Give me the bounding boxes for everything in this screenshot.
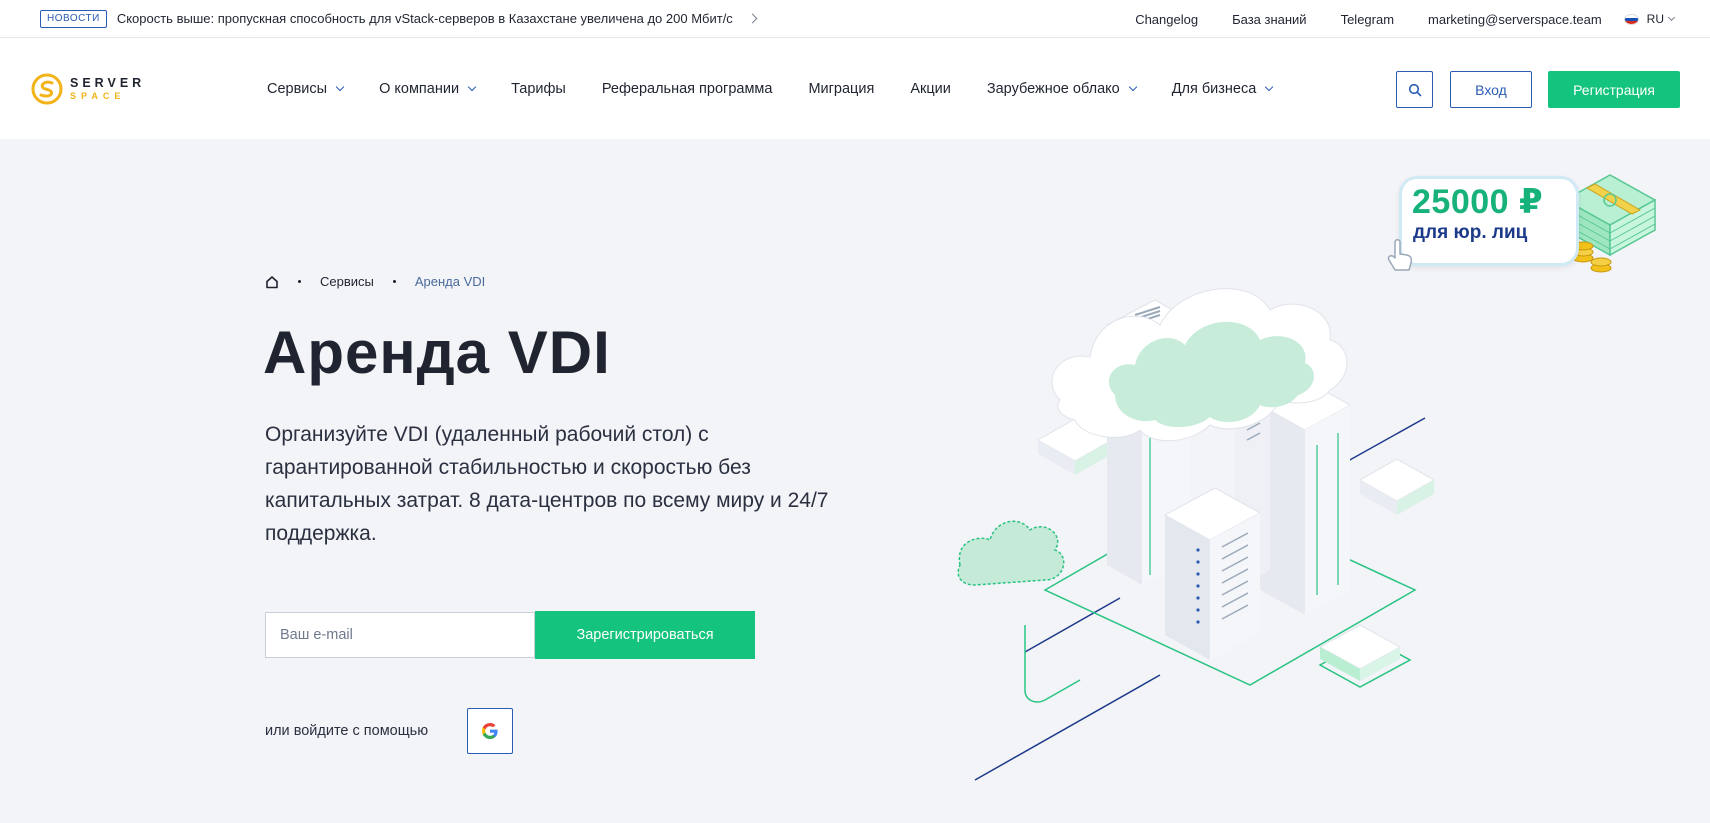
chevron-down-icon: [335, 82, 345, 91]
login-button[interactable]: Вход: [1450, 71, 1532, 108]
logo-text-server: SERVER: [70, 76, 146, 91]
language-selector[interactable]: RU: [1623, 12, 1676, 26]
chevron-down-icon: [1128, 82, 1137, 91]
logo-text-space: SPACE: [70, 90, 126, 101]
chevron-down-icon: [1265, 82, 1274, 91]
google-icon: [482, 723, 498, 739]
top-link-email[interactable]: marketing@serverspace.team: [1428, 12, 1602, 27]
news-bar: НОВОСТИ Скорость выше: пропускная способ…: [0, 0, 1710, 38]
cloud-datacenter-illustration: [957, 288, 1436, 781]
language-label: RU: [1646, 12, 1664, 26]
nav-item-services[interactable]: Сервисы: [267, 81, 345, 97]
top-link-knowledge-base[interactable]: База знаний: [1232, 12, 1307, 27]
google-login-button[interactable]: [467, 708, 513, 754]
nav-item-referral[interactable]: Реферальная программа: [602, 81, 773, 97]
email-input[interactable]: [265, 612, 535, 658]
nav-item-company[interactable]: О компании: [379, 81, 477, 97]
breadcrumb-current: Аренда VDI: [414, 274, 486, 289]
logo-icon: [31, 73, 63, 105]
promo-badge[interactable]: 25000 ₽ для юр. лиц: [1385, 160, 1665, 285]
nav-item-foreign-cloud[interactable]: Зарубежное облако: [987, 81, 1137, 97]
top-link-telegram[interactable]: Telegram: [1341, 12, 1394, 27]
logo[interactable]: SERVER SPACE: [30, 72, 145, 106]
breadcrumb-services[interactable]: Сервисы: [320, 274, 374, 289]
search-button[interactable]: [1396, 71, 1433, 108]
site-header: SERVER SPACE Сервисы О компании Тарифы Р…: [0, 38, 1710, 139]
chevron-down-icon: [467, 82, 477, 91]
home-icon[interactable]: [265, 275, 279, 289]
top-links: Changelog База знаний Telegram marketing…: [1101, 0, 1710, 38]
breadcrumb-separator: [298, 280, 301, 283]
alt-login-label: или войдите с помощью: [265, 723, 429, 739]
chevron-right-icon[interactable]: [747, 13, 758, 24]
news-link[interactable]: Скорость выше: пропускная способность дл…: [117, 11, 733, 26]
breadcrumb-separator: [392, 280, 396, 283]
russia-flag-icon: [1623, 13, 1639, 25]
search-icon: [1408, 83, 1421, 96]
nav-item-business[interactable]: Для бизнеса: [1172, 81, 1274, 97]
top-link-changelog[interactable]: Changelog: [1135, 12, 1198, 27]
hero-description: Организуйте VDI (удаленный рабочий стол)…: [265, 423, 829, 545]
nav-item-tariffs[interactable]: Тарифы: [511, 81, 566, 97]
news-badge: НОВОСТИ: [40, 9, 107, 28]
register-button[interactable]: Регистрация: [1548, 71, 1680, 108]
chevron-down-icon: [1667, 13, 1676, 22]
register-submit-button[interactable]: Зарегистрироваться: [535, 611, 755, 659]
main-nav: Сервисы О компании Тарифы Реферальная пр…: [267, 38, 1308, 139]
breadcrumb: Сервисы Аренда VDI: [265, 274, 485, 289]
nav-item-promotions[interactable]: Акции: [910, 81, 951, 97]
pointer-hand-icon: [1387, 239, 1413, 271]
page-title: Аренда VDI: [263, 319, 611, 386]
promo-amount: 25000 ₽: [1412, 183, 1544, 221]
nav-item-migration[interactable]: Миграция: [808, 81, 874, 97]
promo-subtitle: для юр. лиц: [1413, 222, 1528, 243]
